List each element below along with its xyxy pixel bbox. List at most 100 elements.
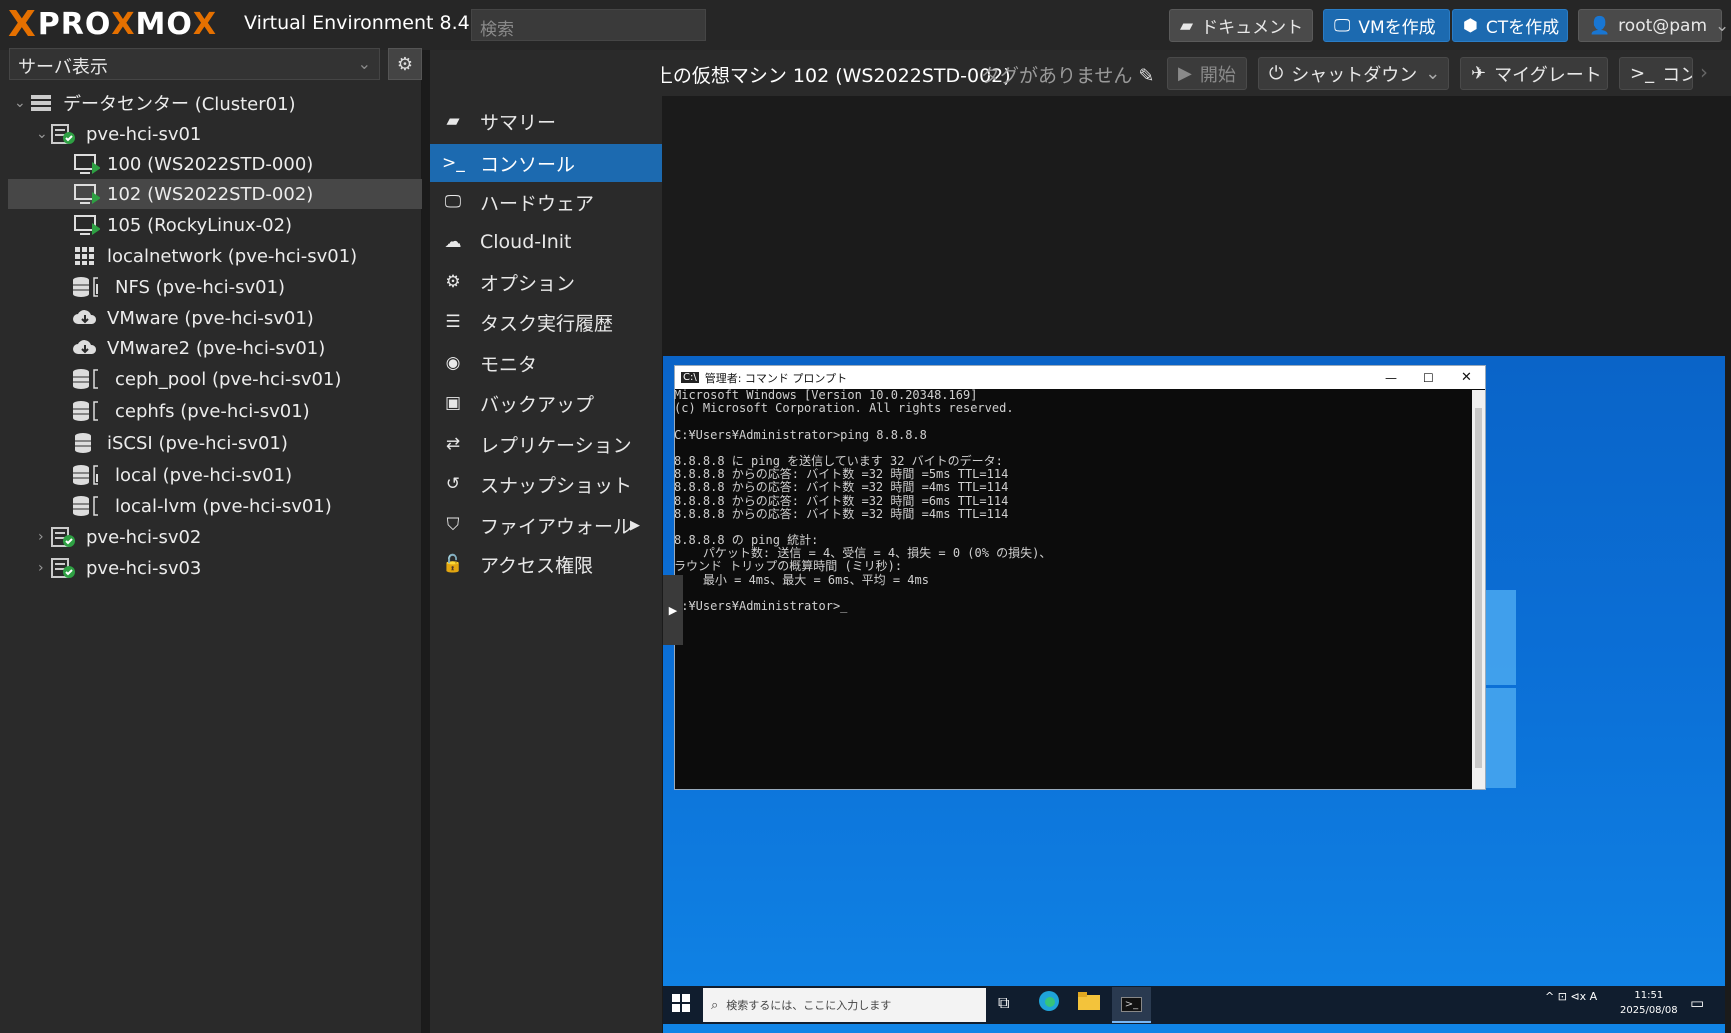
nav-hardware[interactable]: 🖵 ハードウェア — [430, 183, 662, 221]
migrate-label: マイグレート — [1494, 64, 1602, 86]
tree-item-label: 102 (WS2022STD-002) — [107, 183, 314, 205]
chevron-right-icon: › — [38, 529, 44, 545]
clock-time: 11:51 — [1634, 990, 1664, 1001]
tree-item-label: local (pve-hci-sv01) — [115, 464, 293, 486]
shutdown-label: シャットダウン — [1291, 64, 1418, 86]
tree-item-vm-102[interactable]: 102 (WS2022STD-002) — [8, 179, 422, 209]
maximize-icon[interactable]: ☐ — [1423, 371, 1434, 385]
nav-monitor[interactable]: ◉ モニタ — [430, 344, 662, 382]
monitor-icon: 🖵 — [1334, 15, 1351, 36]
migrate-button[interactable]: ✈ マイグレート — [1460, 57, 1608, 90]
tree-item-local-lvm[interactable]: local-lvm (pve-hci-sv01) — [8, 491, 422, 521]
cmd-output-line: 8.8.8.8 からの応答: バイト数 =32 時間 =4ms TTL=114 — [674, 506, 1009, 521]
vm-running-icon — [74, 214, 100, 236]
nav-backup[interactable]: ▣ バックアップ — [430, 384, 662, 422]
cmd-output-line: ラウンド トリップの概算時間 (ミリ秒): — [674, 559, 903, 574]
tree-item-vmware[interactable]: VMware (pve-hci-sv01) — [8, 303, 422, 333]
close-icon[interactable]: ✕ — [1461, 370, 1472, 385]
tree-item-datacenter[interactable]: ⌄ データセンター (Cluster01) — [8, 88, 422, 118]
history-icon: ↺ — [445, 474, 461, 494]
gear-icon: ⚙ — [445, 272, 461, 292]
nav-options[interactable]: ⚙ オプション — [430, 263, 662, 301]
chevron-down-icon: ⌄ — [1715, 15, 1730, 36]
file-explorer-icon[interactable] — [1078, 992, 1100, 1014]
console-button[interactable]: >_ コン — [1619, 57, 1693, 90]
tree-settings-button[interactable]: ⚙ — [388, 48, 422, 80]
cmd-output-line — [674, 415, 1469, 428]
cmd-output-line: 8.8.8.8 からの応答: バイト数 =32 時間 =6ms TTL=114 — [674, 493, 1009, 508]
chevron-right-icon[interactable]: › — [1700, 60, 1708, 84]
proxmox-logo[interactable]: X PROXMOX — [8, 5, 217, 45]
user-menu-button[interactable]: 👤 root@pam ⌄ — [1578, 9, 1729, 42]
create-ct-button[interactable]: ⬢ CTを作成 — [1452, 9, 1568, 42]
terminal-icon: >_ — [1630, 63, 1655, 84]
notification-icon[interactable]: ▭ — [1690, 994, 1704, 1012]
tree-item-node-sv01[interactable]: ⌄ pve-hci-sv01 — [8, 119, 422, 149]
console-sidebar-toggle[interactable]: ▶ — [663, 575, 683, 645]
nav-snapshot[interactable]: ↺ スナップショット — [430, 465, 662, 503]
view-selector[interactable]: サーバ表示 ⌄ — [9, 48, 380, 80]
tree-item-ceph-pool[interactable]: ceph_pool (pve-hci-sv01) — [8, 364, 422, 394]
user-label: root@pam — [1618, 15, 1708, 36]
caret-right-icon: ▶ — [630, 517, 640, 533]
database-icon — [72, 432, 98, 454]
minimize-icon[interactable]: — — [1385, 371, 1397, 385]
nav-task-history[interactable]: ☰ タスク実行履歴 — [430, 303, 662, 341]
version-label: Virtual Environment 8.4.1 — [244, 12, 488, 34]
tags-edit[interactable]: タグがありません ✎ — [981, 61, 1154, 88]
tree-item-vm-100[interactable]: 100 (WS2022STD-000) — [8, 149, 422, 179]
cmd-taskbar-icon[interactable]: >_ — [1112, 987, 1151, 1023]
cmd-title-bar[interactable]: C:\ 管理者: コマンド プロンプト — ☐ ✕ — [675, 366, 1485, 389]
nav-label: コンソール — [480, 153, 576, 176]
nav-label: タスク実行履歴 — [480, 312, 614, 335]
node-online-icon — [50, 526, 76, 548]
chevron-down-icon: ⌄ — [36, 126, 48, 142]
cmd-scrollbar-thumb[interactable] — [1475, 408, 1482, 768]
tree-item-vmware2[interactable]: VMware2 (pve-hci-sv01) — [8, 333, 422, 363]
taskbar-clock[interactable]: 11:51 2025/08/08 — [1620, 988, 1678, 1018]
tree-item-localnetwork[interactable]: localnetwork (pve-hci-sv01) — [8, 241, 422, 271]
search-input[interactable]: 検索 — [471, 9, 706, 41]
tree-item-iscsi[interactable]: iSCSI (pve-hci-sv01) — [8, 428, 422, 458]
cmd-output-line: 最小 = 4ms、最大 = 6ms、平均 = 4ms — [674, 572, 929, 587]
console-label: コン — [1662, 64, 1692, 86]
tree-item-label: pve-hci-sv03 — [86, 557, 202, 579]
nav-label: ハードウェア — [480, 192, 595, 215]
tree-item-vm-105[interactable]: 105 (RockyLinux-02) — [8, 210, 422, 240]
caret-right-icon: ▶ — [668, 603, 678, 617]
play-icon: ▶ — [1178, 63, 1192, 84]
nav-cloud-init[interactable]: ☁ Cloud-Init — [430, 223, 662, 261]
tree-item-label: 105 (RockyLinux-02) — [107, 214, 293, 236]
nav-label: Cloud-Init — [480, 231, 572, 253]
task-view-icon[interactable]: ⧉ — [998, 993, 1009, 1013]
cmd-output-line: 8.8.8.8 からの応答: バイト数 =32 時間 =4ms TTL=114 — [674, 480, 1009, 495]
windows-start-icon[interactable] — [672, 994, 690, 1016]
cmd-output[interactable]: Microsoft Windows [Version 10.0.20348.16… — [674, 388, 1469, 789]
tree-item-label: iSCSI (pve-hci-sv01) — [107, 432, 288, 454]
system-tray[interactable]: ^ ⊡ ⊲x A — [1545, 990, 1597, 1003]
server-rack-icon — [28, 92, 54, 114]
nav-permissions[interactable]: 🔓 アクセス権限 — [430, 545, 662, 583]
nav-replication[interactable]: ⇄ レプリケーション — [430, 425, 662, 463]
tree-item-local[interactable]: local (pve-hci-sv01) — [8, 460, 422, 490]
chevron-down-icon: ⌄ — [1425, 63, 1441, 84]
taskbar-search-input[interactable]: ⌕ 検索するには、ここに入力します — [703, 988, 986, 1022]
tree-item-node-sv02[interactable]: › pve-hci-sv02 — [8, 522, 422, 552]
shutdown-button[interactable]: ⏻ シャットダウン ⌄ — [1258, 57, 1449, 90]
tree-item-node-sv03[interactable]: › pve-hci-sv03 — [8, 553, 422, 583]
tree-item-label: 100 (WS2022STD-000) — [107, 153, 314, 175]
nav-firewall[interactable]: ⛉ ファイアウォール ▶ — [430, 506, 662, 544]
tree-item-storage-nfs[interactable]: NFS (pve-hci-sv01) — [8, 272, 422, 302]
tree-item-cephfs[interactable]: cephfs (pve-hci-sv01) — [8, 396, 422, 426]
edge-icon[interactable] — [1038, 990, 1060, 1016]
floppy-icon: ▣ — [444, 393, 462, 413]
nav-label: オプション — [480, 272, 576, 295]
nav-console[interactable]: >_ コンソール — [430, 144, 662, 182]
storage-icon — [72, 400, 98, 422]
create-vm-button[interactable]: 🖵 VMを作成 — [1323, 9, 1450, 42]
start-button[interactable]: ▶ 開始 — [1167, 57, 1247, 90]
documentation-button[interactable]: ▰ ドキュメント — [1169, 9, 1313, 42]
nav-label: スナップショット — [480, 474, 633, 497]
nav-summary[interactable]: ▰ サマリー — [430, 102, 662, 140]
power-icon: ⏻ — [1269, 63, 1284, 84]
